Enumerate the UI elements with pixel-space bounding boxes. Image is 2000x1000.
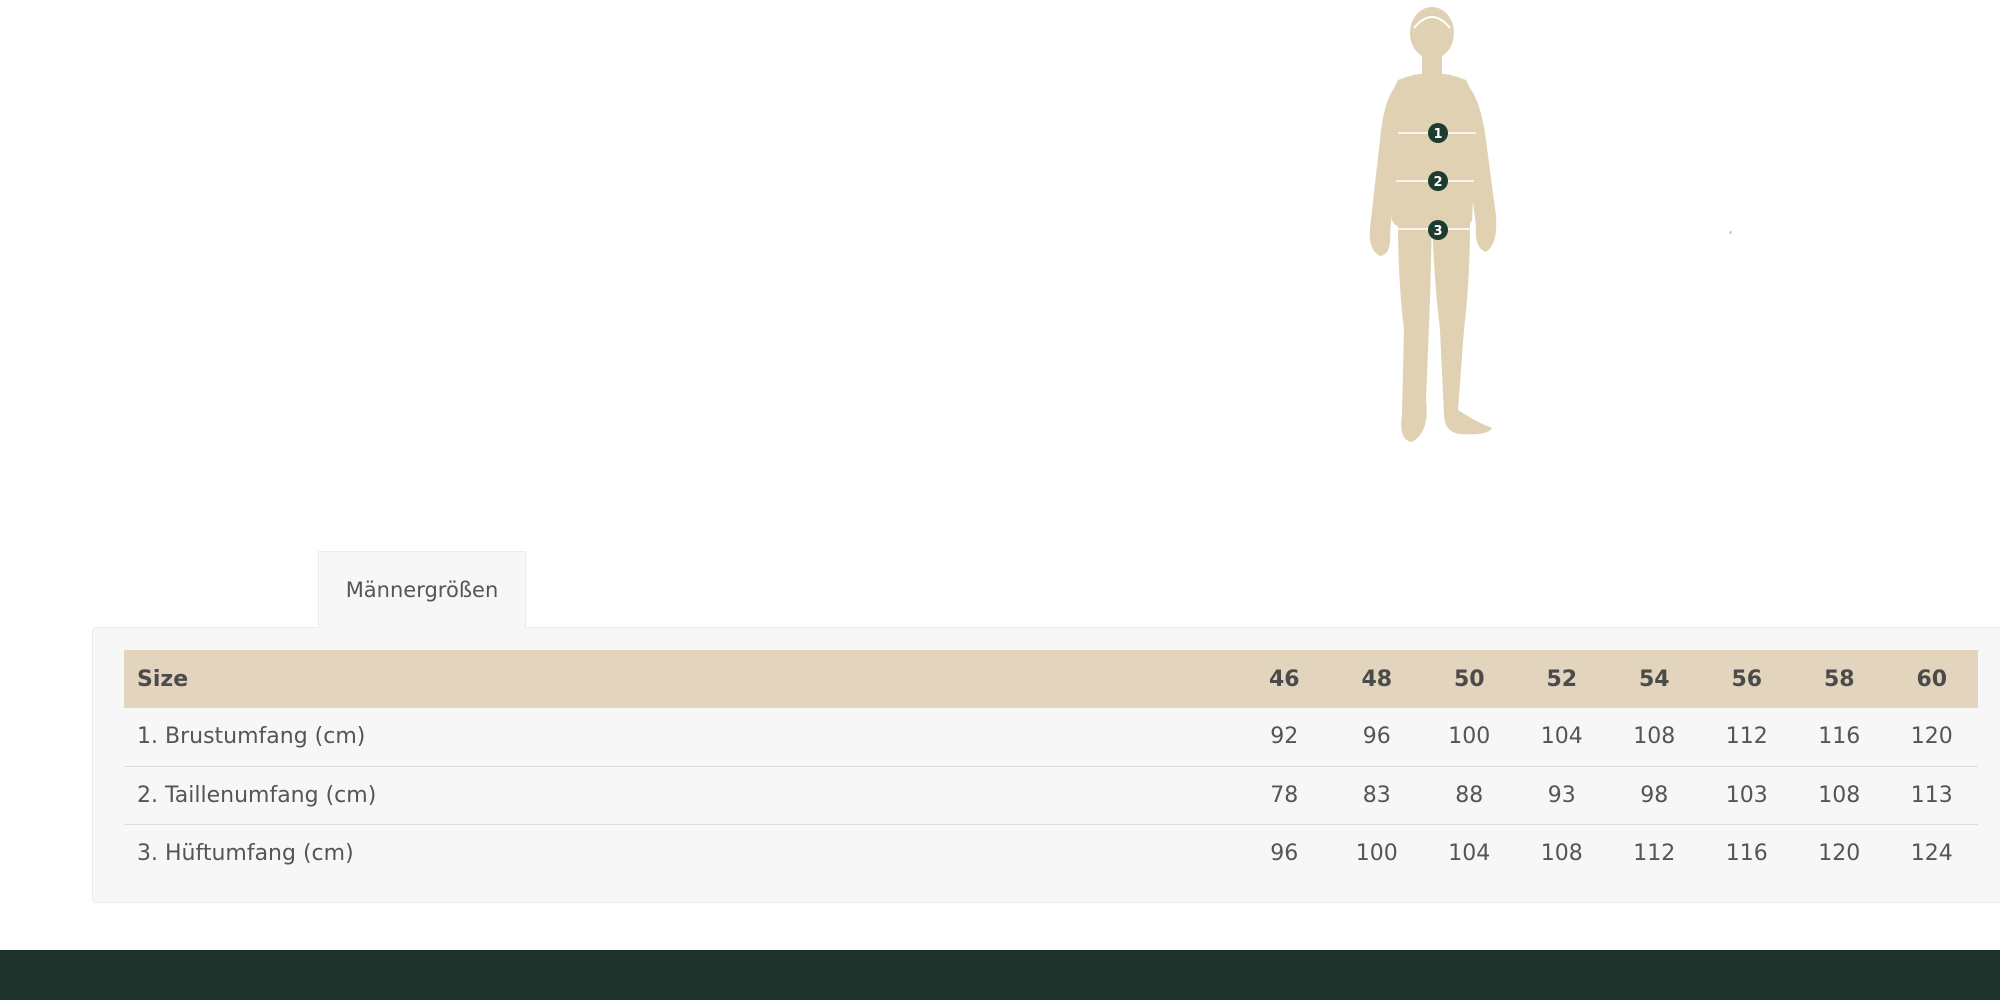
table-cell: 98 [1608,765,1701,824]
measurement-marker-1: 1 [1428,123,1448,143]
table-cell: 124 [1885,823,1978,882]
size-chart-page: 1 2 3 Männergrößen Size 46 48 50 52 54 5 [0,0,2000,1000]
size-chart-table: Size 46 48 50 52 54 56 58 60 1. Brustumf… [124,650,1978,882]
body-measurement-figure: 1 2 3 [1340,0,1540,450]
table-cell: 93 [1515,765,1608,824]
header-size-52: 52 [1546,666,1578,692]
table-header-row: Size 46 48 50 52 54 56 58 60 [124,650,1978,708]
table-cell: 83 [1330,765,1423,824]
table-row: 2. Taillenumfang (cm) 78 83 88 93 98 103… [124,765,1978,824]
table-cell: 108 [1515,823,1608,882]
table-cell: 88 [1423,765,1516,824]
table-cell: 120 [1793,823,1886,882]
table-cell: 113 [1885,765,1978,824]
table-cell: 104 [1423,823,1516,882]
body-measurement-figure-icon: 1 2 3 [1369,7,1497,442]
table-cell: 120 [1910,724,1953,750]
row-label-waist: 2. Taillenumfang (cm) [124,765,1238,824]
header-size-label: Size [137,666,189,692]
table-cell: 116 [1818,724,1861,750]
table-cell: 112 [1725,724,1768,750]
row-label-chest: 1. Brustumfang (cm) [137,724,366,750]
site-footer [0,950,2000,1000]
header-size-58: 58 [1823,666,1855,692]
table-cell: 108 [1633,724,1676,750]
table-cell: 96 [1362,724,1391,750]
header-size-50: 50 [1453,666,1485,692]
measurement-marker-3: 3 [1428,220,1448,240]
row-label-hip: 3. Hüftumfang (cm) [124,823,1238,882]
header-size-56: 56 [1731,666,1763,692]
measurement-marker-2: 2 [1428,171,1448,191]
table-row: 3. Hüftumfang (cm) 96 100 104 108 112 11… [124,823,1978,882]
table-row: 1. Brustumfang (cm) 92 96 100 104 108 11… [124,708,1978,766]
header-size-48: 48 [1361,666,1393,692]
table-cell: 96 [1238,823,1331,882]
table-cell: 100 [1330,823,1423,882]
header-size-46: 46 [1268,666,1300,692]
header-size-54: 54 [1638,666,1670,692]
table-cell: 78 [1238,765,1331,824]
decorative-dot [1729,231,1732,234]
table-cell: 100 [1448,724,1491,750]
table-cell: 116 [1700,823,1793,882]
table-cell: 103 [1700,765,1793,824]
svg-text:3: 3 [1433,224,1442,239]
header-size-60: 60 [1916,666,1948,692]
tab-mens-sizes[interactable]: Männergrößen [318,551,526,628]
table-cell: 108 [1793,765,1886,824]
table-cell: 104 [1540,724,1583,750]
table-cell: 112 [1608,823,1701,882]
svg-text:2: 2 [1433,175,1442,190]
table-cell: 92 [1270,724,1299,750]
svg-text:1: 1 [1433,127,1442,142]
